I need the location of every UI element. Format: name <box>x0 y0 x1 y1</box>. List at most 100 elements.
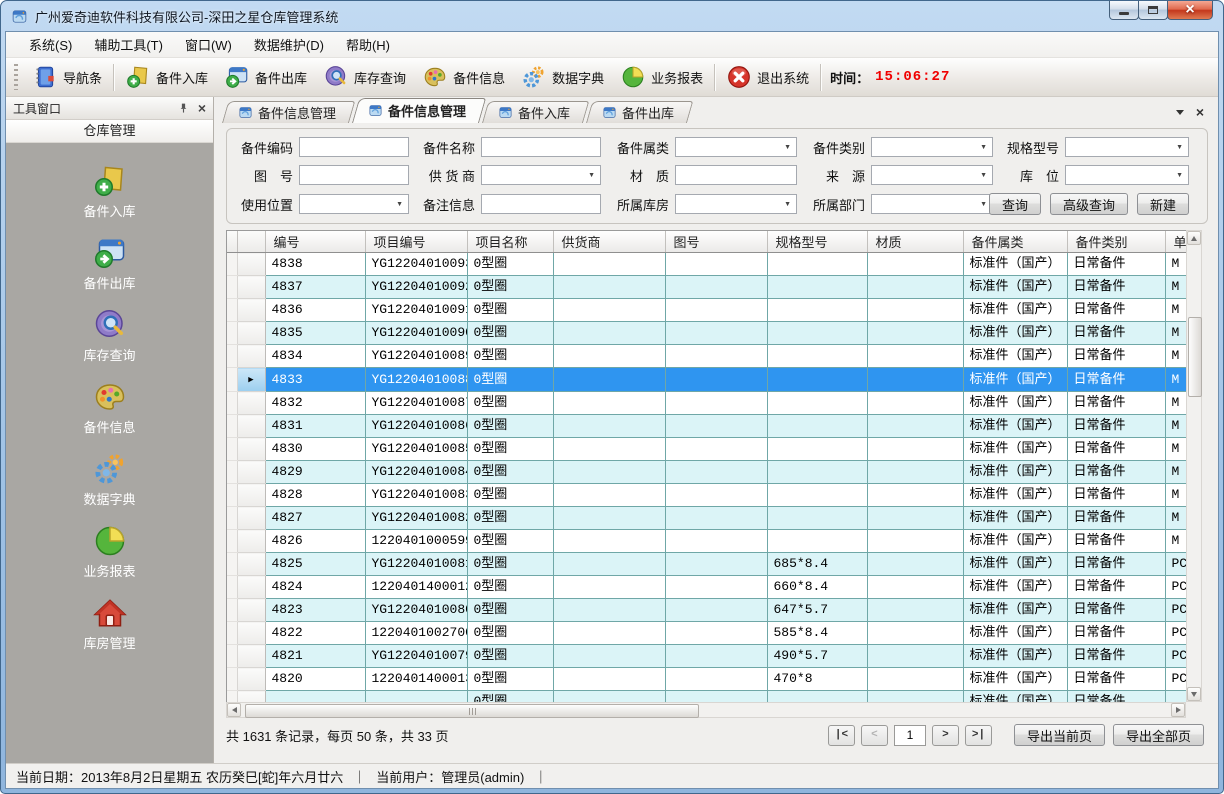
column-header-3[interactable]: 供货商 <box>553 231 665 253</box>
column-header-5[interactable]: 规格型号 <box>767 231 867 253</box>
query-button[interactable]: 查询 <box>989 193 1041 215</box>
close-button[interactable]: × <box>1167 1 1213 20</box>
tab-list-dropdown-icon[interactable] <box>1176 110 1184 115</box>
tab-3[interactable]: 备件出库 <box>586 101 687 123</box>
form-field-1-0[interactable] <box>299 165 409 185</box>
export-all-pages-button[interactable]: 导出全部页 <box>1113 724 1204 746</box>
new-button[interactable]: 新建 <box>1137 193 1189 215</box>
pin-icon[interactable] <box>177 102 190 115</box>
column-header-6[interactable]: 材质 <box>867 231 963 253</box>
scroll-left-icon[interactable] <box>227 703 241 717</box>
table-row[interactable]: 4834YG122040100890型圈标准件（国产）日常备件M <box>227 345 1186 368</box>
row-selector-cell[interactable] <box>237 507 265 530</box>
table-row[interactable]: 4821YG122040100790型圈490*5.7标准件（国产）日常备件PC <box>227 645 1186 668</box>
tab-1[interactable]: 备件信息管理 <box>352 98 479 123</box>
table-row[interactable]: 4831YG122040100860型圈标准件（国产）日常备件M <box>227 415 1186 438</box>
row-selector-cell[interactable] <box>237 415 265 438</box>
row-selector-cell[interactable] <box>237 322 265 345</box>
column-header-9[interactable]: 单位 <box>1165 231 1186 253</box>
menu-item-1[interactable]: 辅助工具(T) <box>83 32 174 57</box>
form-combo-2-0[interactable] <box>299 194 409 214</box>
toolbar-item-pie[interactable]: 业务报表 <box>612 61 711 93</box>
form-combo-1-1[interactable] <box>481 165 601 185</box>
table-row[interactable]: 4836YG122040100910型圈标准件（国产）日常备件M <box>227 299 1186 322</box>
sidebar-item-part-out[interactable]: 备件出库 <box>40 235 180 292</box>
form-combo-1-4[interactable] <box>1065 165 1189 185</box>
column-header-1[interactable]: 项目编号 <box>365 231 467 253</box>
toolbar-item-palette[interactable]: 备件信息 <box>414 61 513 93</box>
scroll-right-icon[interactable] <box>1171 703 1185 717</box>
row-selector-cell[interactable] <box>237 691 265 703</box>
table-row[interactable]: 4830YG122040100850型圈标准件（国产）日常备件M <box>227 438 1186 461</box>
row-selector-cell[interactable] <box>237 553 265 576</box>
scroll-down-icon[interactable] <box>1187 687 1201 701</box>
menu-item-0[interactable]: 系统(S) <box>18 32 83 57</box>
form-combo-2-2[interactable] <box>675 194 797 214</box>
sidebar-item-search[interactable]: 库存查询 <box>40 307 180 364</box>
row-selector-cell[interactable] <box>237 484 265 507</box>
form-combo-0-2[interactable] <box>675 137 797 157</box>
toolbar-item-part-out[interactable]: 备件出库 <box>216 61 315 93</box>
column-header-7[interactable]: 备件属类 <box>963 231 1067 253</box>
table-row[interactable]: 482412204014000120型圈660*8.4标准件（国产）日常备件PC <box>227 576 1186 599</box>
toolbar-item-part-in[interactable]: 备件入库 <box>117 61 216 93</box>
row-selector-cell[interactable] <box>237 276 265 299</box>
table-row[interactable]: 482612204010005990型圈标准件（国产）日常备件M <box>227 530 1186 553</box>
column-header-8[interactable]: 备件类别 <box>1067 231 1165 253</box>
row-selector-cell[interactable] <box>237 622 265 645</box>
row-selector-cell[interactable] <box>237 438 265 461</box>
row-selector-cell[interactable] <box>237 461 265 484</box>
form-combo-1-3[interactable] <box>871 165 993 185</box>
column-header-2[interactable]: 项目名称 <box>467 231 553 253</box>
sidebar-item-palette[interactable]: 备件信息 <box>40 379 180 436</box>
toolbar-item-gears[interactable]: 数据字典 <box>513 61 612 93</box>
table-row[interactable]: 4833YG122040100880型圈标准件（国产）日常备件M <box>227 368 1186 392</box>
menu-item-2[interactable]: 窗口(W) <box>174 32 243 57</box>
prev-page-button[interactable]: < <box>861 725 888 746</box>
form-combo-0-3[interactable] <box>871 137 993 157</box>
table-row[interactable]: 482012204014000130型圈470*8标准件（国产）日常备件PC <box>227 668 1186 691</box>
tab-2[interactable]: 备件入库 <box>482 101 583 123</box>
export-current-page-button[interactable]: 导出当前页 <box>1014 724 1105 746</box>
sidebar-item-part-in[interactable]: 备件入库 <box>40 163 180 220</box>
row-selector-cell[interactable] <box>237 345 265 368</box>
table-row[interactable]: 4825YG122040100810型圈685*8.4标准件（国产）日常备件PC <box>227 553 1186 576</box>
form-field-2-1[interactable] <box>481 194 601 214</box>
menu-item-4[interactable]: 帮助(H) <box>335 32 401 57</box>
row-selector-cell[interactable] <box>237 299 265 322</box>
toolbar-grip[interactable] <box>14 64 18 90</box>
form-field-0-0[interactable] <box>299 137 409 157</box>
table-row[interactable]: 4829YG122040100840型圈标准件（国产）日常备件M <box>227 461 1186 484</box>
row-selector-cell[interactable] <box>237 368 265 392</box>
form-combo-0-4[interactable] <box>1065 137 1189 157</box>
form-field-1-2[interactable] <box>675 165 797 185</box>
toolbar-item-search[interactable]: 库存查询 <box>315 61 414 93</box>
sidebar-item-home[interactable]: 库房管理 <box>40 595 180 652</box>
horizontal-scrollbar[interactable] <box>226 702 1186 718</box>
table-row[interactable]: 4832YG122040100870型圈标准件（国产）日常备件M <box>227 392 1186 415</box>
minimize-button[interactable] <box>1109 1 1139 20</box>
row-selector-cell[interactable] <box>237 392 265 415</box>
sidebar-item-pie[interactable]: 业务报表 <box>40 523 180 580</box>
sidebar-close-icon[interactable]: × <box>198 102 206 114</box>
toolbar-item-book[interactable]: 导航条 <box>24 61 110 93</box>
tab-0[interactable]: 备件信息管理 <box>222 101 349 123</box>
next-page-button[interactable]: > <box>932 725 959 746</box>
table-row[interactable]: 0型圈标准件（国产）日常备件 <box>227 691 1186 703</box>
menu-item-3[interactable]: 数据维护(D) <box>243 32 335 57</box>
horizontal-scroll-thumb[interactable] <box>245 704 699 718</box>
vertical-scrollbar[interactable] <box>1186 230 1202 702</box>
maximize-button[interactable] <box>1138 1 1168 20</box>
form-field-0-1[interactable] <box>481 137 601 157</box>
row-selector-cell[interactable] <box>237 599 265 622</box>
table-row[interactable]: 4838YG122040100930型圈标准件（国产）日常备件M <box>227 253 1186 276</box>
page-number-input[interactable] <box>894 725 926 746</box>
last-page-button[interactable]: >| <box>965 725 992 746</box>
row-selector-cell[interactable] <box>237 576 265 599</box>
sidebar-item-gears[interactable]: 数据字典 <box>40 451 180 508</box>
row-selector-cell[interactable] <box>237 530 265 553</box>
table-row[interactable]: 4823YG122040100800型圈647*5.7标准件（国产）日常备件PC <box>227 599 1186 622</box>
table-row[interactable]: 4827YG122040100820型圈标准件（国产）日常备件M <box>227 507 1186 530</box>
column-header-0[interactable]: 编号 <box>265 231 365 253</box>
column-header-4[interactable]: 图号 <box>665 231 767 253</box>
